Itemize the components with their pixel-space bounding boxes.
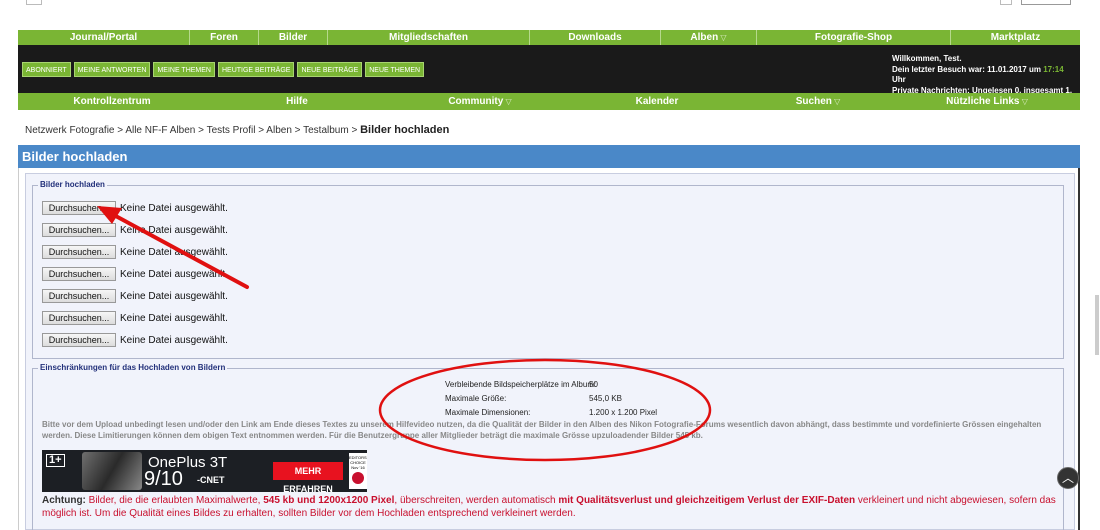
nav-item-fotografie-shop[interactable]: Fotografie-Shop (757, 30, 951, 45)
warning-emphasis: mit Qualitätsverlust und gleichzeitigem … (558, 495, 856, 506)
limit-value: 1.200 x 1.200 Pixel (589, 408, 658, 417)
quick-neue-beitraege-button[interactable]: NEUE BEITRÄGE (297, 62, 363, 77)
warning-text: , überschreiten, werden automatisch (394, 495, 559, 506)
file-status: Keine Datei ausgewählt. (120, 202, 228, 214)
file-status: Keine Datei ausgewählt. (120, 334, 228, 346)
file-status: Keine Datei ausgewählt. (120, 312, 228, 324)
nav-item-nuetzliche-links[interactable]: Nützliche Links ▽ (894, 93, 1080, 110)
chevron-up-icon: ︿ (1061, 471, 1074, 485)
chevron-down-icon: ▽ (1019, 97, 1028, 106)
last-visit-text: Dein letzter Besuch war: 11.01.2017 um (892, 64, 1041, 74)
ad-cta-button[interactable]: MEHR ERFAHREN (273, 462, 343, 492)
user-bar: ABONNIERT MEINE ANTWORTEN MEINE THEMEN H… (18, 45, 1080, 96)
quick-meine-themen-button[interactable]: MEINE THEMEN (153, 62, 215, 77)
nav-item-bilder[interactable]: Bilder (259, 30, 328, 45)
nav-item-hilfe[interactable]: Hilfe (206, 93, 388, 110)
quick-abonniert-button[interactable]: ABONNIERT (22, 62, 71, 77)
last-visit-time: 17:14 (1043, 64, 1064, 74)
browse-button[interactable]: Durchsuchen... (42, 333, 116, 347)
limit-label: Maximale Dimensionen: (445, 408, 531, 417)
file-input-row: Durchsuchen... Keine Datei ausgewählt. (42, 310, 228, 326)
page-title-bar: Bilder hochladen (18, 145, 1080, 168)
browse-button[interactable]: Durchsuchen... (42, 311, 116, 325)
limit-label: Verbleibende Bildspeicherplätze im Album… (445, 380, 597, 389)
scroll-to-top-button[interactable]: ︿ (1057, 467, 1079, 489)
nav-item-mitgliedschaften[interactable]: Mitgliedschaften (328, 30, 530, 45)
warning-text: Bilder, die die erlaubten Maximalwerte, (85, 495, 264, 506)
ad-source: -CNET (197, 475, 225, 485)
page-title: Bilder hochladen (22, 149, 128, 164)
cnet-badge-icon (352, 472, 364, 484)
last-visit-suffix: Uhr (892, 75, 906, 84)
browse-button[interactable]: Durchsuchen... (42, 289, 116, 303)
file-input-row: Durchsuchen... Keine Datei ausgewählt. (42, 266, 228, 282)
chevron-down-icon: ▽ (831, 97, 841, 106)
nav-item-marktplatz[interactable]: Marktplatz (951, 30, 1080, 45)
nav-item-suchen[interactable]: Suchen ▽ (742, 93, 894, 110)
breadcrumb-path[interactable]: Netzwerk Fotografie > Alle NF-F Alben > … (25, 125, 357, 136)
breadcrumb: Netzwerk Fotografie > Alle NF-F Alben > … (25, 124, 449, 136)
restrictions-legend: Einschränkungen für das Hochladen von Bi… (38, 363, 228, 372)
top-fragment (26, 0, 42, 5)
file-input-row: Durchsuchen... Keine Datei ausgewählt. (42, 288, 228, 304)
file-input-row: Durchsuchen... Keine Datei ausgewählt. (42, 222, 228, 238)
badge-text: EDITORS' CHOICE Nov '16 (349, 455, 367, 470)
browse-button[interactable]: Durchsuchen... (42, 245, 116, 259)
nav-item-alben[interactable]: Alben ▽ (661, 30, 757, 45)
file-input-row: Durchsuchen... Keine Datei ausgewählt. (42, 200, 228, 216)
top-fragment (1021, 0, 1071, 5)
upload-fieldset: Bilder hochladen Durchsuchen... Keine Da… (32, 180, 1064, 359)
editors-choice-badge: EDITORS' CHOICE Nov '16 (349, 453, 367, 489)
nav-item-community[interactable]: Community ▽ (388, 93, 572, 110)
chevron-down-icon: ▽ (503, 97, 512, 106)
advertisement-banner[interactable]: 1+ OnePlus 3T 9/10 -CNET MEHR ERFAHREN E… (42, 450, 367, 492)
size-warning: Achtung: Bilder, die die erlaubten Maxim… (42, 494, 1057, 520)
nav-item-kontrollzentrum[interactable]: Kontrollzentrum (18, 93, 206, 110)
quick-links: ABONNIERT MEINE ANTWORTEN MEINE THEMEN H… (22, 62, 425, 77)
browse-button[interactable]: Durchsuchen... (42, 201, 116, 215)
main-nav: Journal/Portal Foren Bilder Mitgliedscha… (18, 30, 1080, 45)
browser-top-strip (0, 0, 1100, 30)
limit-label: Maximale Größe: (445, 394, 507, 403)
last-visit-line: Dein letzter Besuch war: 11.01.2017 um 1… (892, 65, 1076, 86)
limit-value: 50 (589, 380, 598, 389)
quick-meine-antworten-button[interactable]: MEINE ANTWORTEN (73, 62, 151, 77)
chevron-down-icon: ▽ (718, 33, 727, 42)
scrollbar[interactable] (1095, 295, 1099, 355)
warning-lead: Achtung: (42, 495, 86, 506)
file-input-row: Durchsuchen... Keine Datei ausgewählt. (42, 332, 228, 348)
breadcrumb-current: Bilder hochladen (360, 124, 450, 136)
file-status: Keine Datei ausgewählt. (120, 246, 228, 258)
quick-heutige-beitraege-button[interactable]: HEUTIGE BEITRÄGE (217, 62, 295, 77)
file-status: Keine Datei ausgewählt. (120, 224, 228, 236)
limit-value: 545,0 KB (589, 394, 622, 403)
quick-neue-themen-button[interactable]: NEUE THEMEN (365, 62, 425, 77)
welcome-box: Willkommen, Test. Dein letzter Besuch wa… (892, 54, 1076, 96)
nav-item-journal[interactable]: Journal/Portal (18, 30, 190, 45)
upload-legend: Bilder hochladen (38, 180, 107, 189)
secondary-nav: Kontrollzentrum Hilfe Community ▽ Kalend… (18, 93, 1080, 110)
top-fragment (1000, 0, 1012, 5)
nav-item-downloads[interactable]: Downloads (530, 30, 661, 45)
upload-info-text: Bitte vor dem Upload unbedingt lesen und… (42, 420, 1042, 440)
phone-image (82, 452, 142, 490)
welcome-line: Willkommen, Test. (892, 54, 962, 63)
nav-item-foren[interactable]: Foren (190, 30, 259, 45)
file-status: Keine Datei ausgewählt. (120, 290, 228, 302)
file-input-row: Durchsuchen... Keine Datei ausgewählt. (42, 244, 228, 260)
browse-button[interactable]: Durchsuchen... (42, 223, 116, 237)
file-status: Keine Datei ausgewählt. (120, 268, 228, 280)
oneplus-logo: 1+ (46, 454, 65, 467)
nav-item-kalender[interactable]: Kalender (572, 93, 742, 110)
ad-score: 9/10 (144, 468, 183, 490)
warning-limit: 545 kb und 1200x1200 Pixel (263, 495, 395, 506)
browse-button[interactable]: Durchsuchen... (42, 267, 116, 281)
